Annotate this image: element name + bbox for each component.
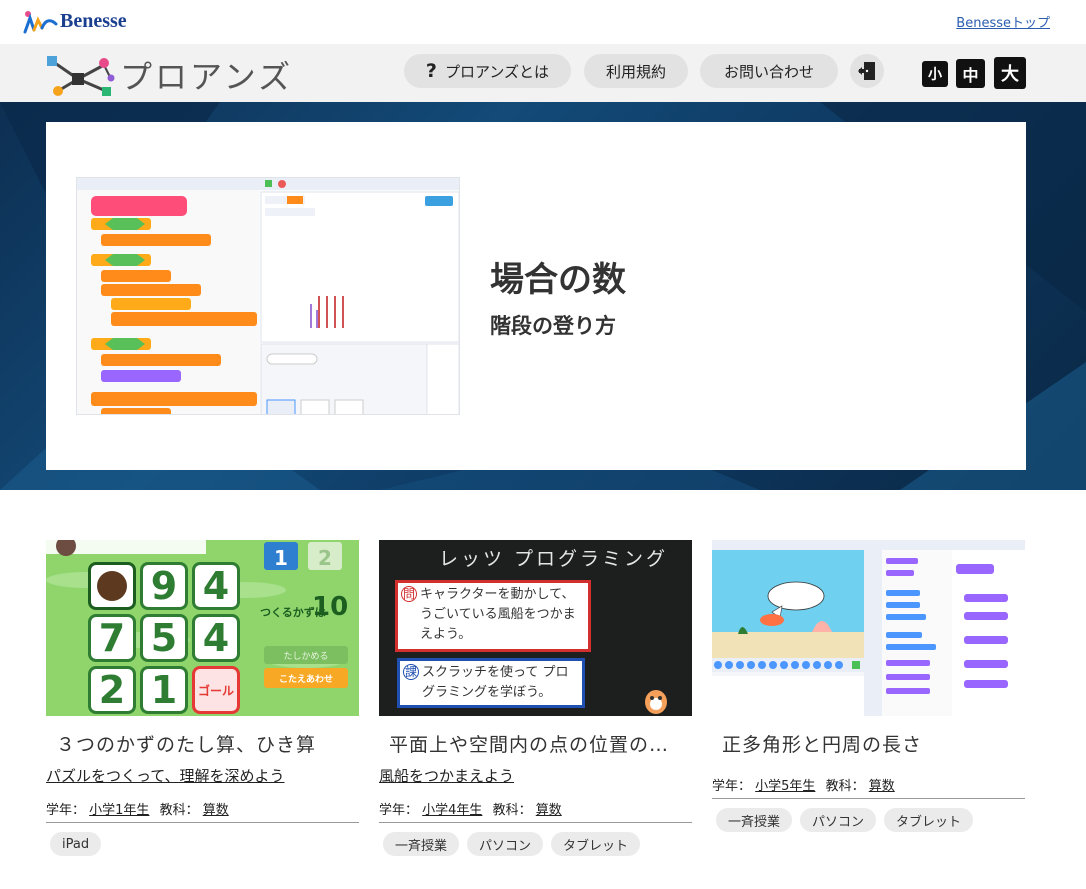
subject-label: 教科：: [159, 803, 199, 818]
lesson-meta: 学年： 小学4年生 教科： 算数: [379, 799, 692, 823]
puzzle-tile[interactable]: 1: [140, 666, 188, 714]
lesson-card[interactable]: 正多角形と円周の長さ 学年： 小学5年生 教科： 算数 一斉授業 パソコン タブ…: [712, 540, 1025, 832]
tag-list: 一斉授業 パソコン タブレット: [383, 832, 641, 856]
puzzle-tile[interactable]: 4: [192, 614, 240, 662]
grade-label: 学年：: [712, 779, 752, 794]
lesson-meta: 学年： 小学1年生 教科： 算数: [46, 799, 359, 823]
proanz-logo[interactable]: プロアンズ: [44, 52, 293, 98]
tag-list: iPad: [50, 832, 102, 856]
grade-link[interactable]: 小学1年生: [89, 803, 149, 818]
subject-link[interactable]: 算数: [536, 803, 562, 818]
lesson-meta: 学年： 小学5年生 教科： 算数: [712, 775, 1025, 799]
target-number: 10: [312, 592, 349, 622]
level-2-tab[interactable]: 2: [308, 542, 342, 570]
top-bar: Benesse Benesseトップ: [0, 0, 1086, 44]
lesson-subtitle-link[interactable]: パズルをつくって、理解を深めよう: [46, 765, 285, 786]
subject-link[interactable]: 算数: [203, 803, 229, 818]
lesson-thumbnail[interactable]: [712, 540, 1025, 716]
answer-button[interactable]: こたえあわせ: [264, 668, 348, 688]
font-size-small-button[interactable]: 小: [922, 61, 948, 87]
grade-label: 学年：: [46, 803, 86, 818]
lesson-card[interactable]: 9 4 7 5 4 2 1 ゴール 1 2 つくるかずは 10 たしかめる こた…: [46, 540, 359, 856]
subject-label: 教科：: [825, 779, 865, 794]
ball-icon: [97, 571, 127, 601]
grade-link[interactable]: 小学5年生: [755, 779, 815, 794]
nav-terms-button[interactable]: 利用規約: [584, 54, 688, 88]
question-mark: 問: [401, 586, 417, 602]
benesse-logo[interactable]: Benesse: [22, 8, 127, 34]
check-button[interactable]: たしかめる: [264, 646, 348, 664]
lesson-title[interactable]: 正多角形と円周の長さ: [722, 730, 922, 757]
benesse-top-link[interactable]: Benesseトップ: [956, 12, 1050, 31]
tag[interactable]: 一斉授業: [716, 808, 793, 832]
benesse-brand-text: Benesse: [60, 9, 127, 32]
lesson-title[interactable]: ３つのかずのたし算、ひき算: [56, 730, 316, 757]
subject-link[interactable]: 算数: [869, 779, 895, 794]
scratch-polygon-screenshot: [712, 540, 1025, 716]
tag[interactable]: 一斉授業: [383, 832, 460, 856]
puzzle-tile[interactable]: 2: [88, 666, 136, 714]
subject-label: 教科：: [492, 803, 532, 818]
font-size-medium-button[interactable]: 中: [956, 59, 985, 88]
site-header: プロアンズ ? プロアンズとは 利用規約 お問い合わせ 小 中 大: [0, 44, 1086, 102]
puzzle-selected-tile[interactable]: [88, 562, 136, 610]
tag[interactable]: タブレット: [884, 808, 974, 832]
board-title: レッツ プログラミング: [439, 548, 669, 570]
nav-about-button[interactable]: ? プロアンズとは: [404, 54, 571, 88]
lesson-thumbnail[interactable]: レッツ プログラミング 問 キャラクターを動かして、うごいている風船をつかまえよ…: [379, 540, 692, 716]
tag-list: 一斉授業 パソコン タブレット: [716, 808, 974, 832]
hero-subtitle: 階段の登り方: [490, 314, 616, 338]
exit-button[interactable]: [850, 54, 884, 88]
task-card: 課 スクラッチを使って プログラミングを学ぼう。: [397, 658, 585, 708]
nav-terms-label: 利用規約: [605, 62, 666, 81]
lesson-card[interactable]: レッツ プログラミング 問 キャラクターを動かして、うごいている風船をつかまえよ…: [379, 540, 692, 856]
proanz-network-icon: [47, 56, 115, 96]
puzzle-tile[interactable]: 7: [88, 614, 136, 662]
hero-banner: 場合の数 階段の登り方: [0, 102, 1086, 490]
hero-card[interactable]: 場合の数 階段の登り方: [46, 122, 1026, 470]
grade-link[interactable]: 小学4年生: [422, 803, 482, 818]
font-size-large-button[interactable]: 大: [994, 57, 1026, 89]
task-text: スクラッチを使って プログラミングを学ぼう。: [422, 665, 569, 700]
nav-contact-label: お問い合わせ: [723, 62, 814, 81]
lesson-title[interactable]: 平面上や空間内の点の位置の…: [389, 730, 669, 757]
lesson-subtitle-link[interactable]: 風船をつかまえよう: [379, 765, 514, 786]
puzzle-goal-tile[interactable]: ゴール: [192, 666, 240, 714]
puzzle-tile[interactable]: 5: [140, 614, 188, 662]
tag[interactable]: パソコン: [800, 808, 877, 832]
puzzle-tile[interactable]: 9: [140, 562, 188, 610]
question-icon: ?: [425, 60, 437, 82]
task-mark: 課: [403, 664, 419, 680]
puzzle-tile[interactable]: 4: [192, 562, 240, 610]
hero-scratch-screenshot: [76, 177, 460, 415]
grade-label: 学年：: [379, 803, 419, 818]
question-card: 問 キャラクターを動かして、うごいている風船をつかまえよう。: [395, 580, 591, 652]
lesson-thumbnail[interactable]: 9 4 7 5 4 2 1 ゴール 1 2 つくるかずは 10 たしかめる こた…: [46, 540, 359, 716]
nav-about-label: プロアンズとは: [444, 62, 550, 81]
tag[interactable]: パソコン: [467, 832, 544, 856]
hero-title: 場合の数: [490, 260, 626, 300]
proanz-logo-text: プロアンズ: [120, 58, 294, 96]
scratch-cat-icon: [645, 690, 667, 714]
question-text: キャラクターを動かして、うごいている風船をつかまえよう。: [420, 587, 576, 642]
nav-contact-button[interactable]: お問い合わせ: [700, 54, 838, 88]
level-1-tab[interactable]: 1: [264, 542, 298, 570]
tag[interactable]: タブレット: [551, 832, 641, 856]
benesse-mark-icon: [22, 8, 58, 34]
exit-door-icon: [858, 62, 875, 80]
tag[interactable]: iPad: [50, 832, 102, 856]
